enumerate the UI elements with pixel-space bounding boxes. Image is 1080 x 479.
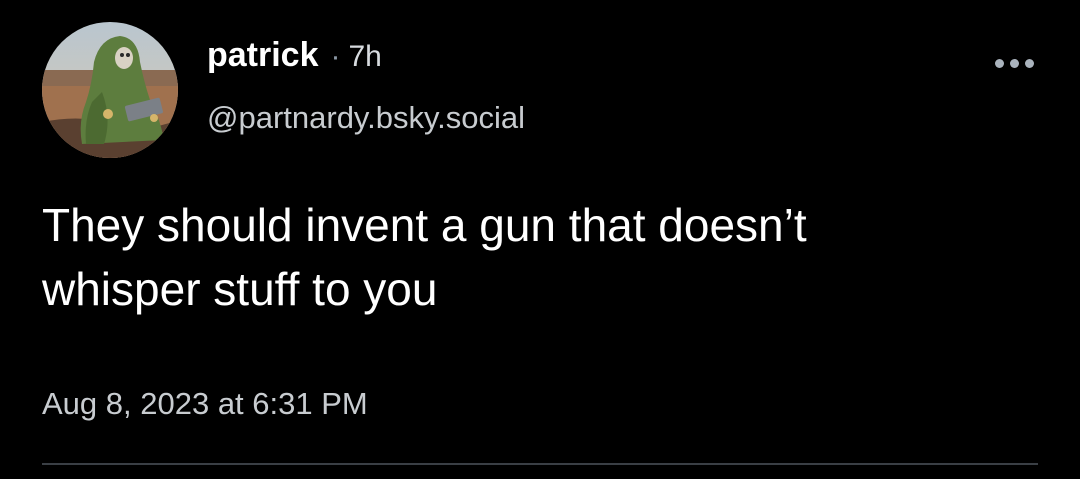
- author-display-name[interactable]: patrick: [207, 36, 319, 75]
- author-row: patrick · 7h: [207, 36, 382, 80]
- ellipsis-icon: [1009, 58, 1019, 68]
- ellipsis-icon: [1024, 58, 1034, 68]
- post-text-line: They should invent a gun that doesn’t: [42, 199, 807, 251]
- more-options-button[interactable]: [984, 46, 1044, 80]
- avatar-image: [42, 22, 178, 158]
- avatar[interactable]: [42, 22, 178, 158]
- separator-dot: ·: [330, 40, 341, 73]
- relative-time[interactable]: 7h: [349, 40, 382, 74]
- author-handle[interactable]: @partnardy.bsky.social: [207, 100, 525, 136]
- post-timestamp: Aug 8, 2023 at 6:31 PM: [42, 386, 368, 421]
- divider: [42, 463, 1038, 465]
- post-text-line: whisper stuff to you: [42, 263, 438, 315]
- post-card: patrick · 7h @partnardy.bsky.social They…: [0, 0, 1080, 479]
- ellipsis-icon: [994, 58, 1004, 68]
- post-text: They should invent a gun that doesn’t wh…: [42, 193, 1042, 321]
